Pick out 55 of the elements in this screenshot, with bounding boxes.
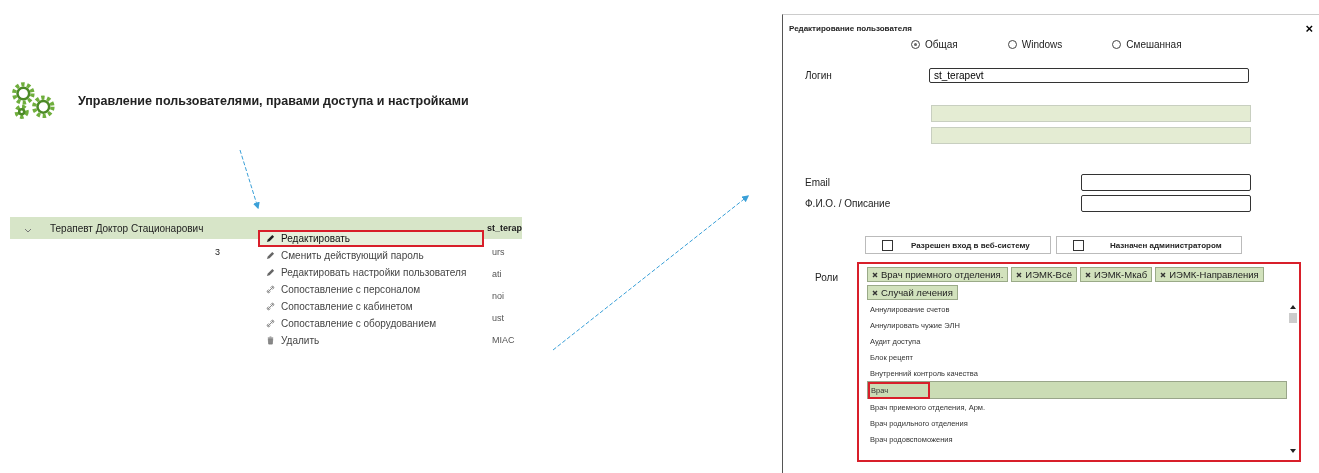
trash-icon: [266, 336, 275, 345]
menu-item[interactable]: Удалить: [258, 332, 484, 349]
user-name: Терапевт Доктор Стационарович: [50, 222, 204, 234]
field-label: Логин: [805, 70, 833, 81]
table-cell: MIAC: [492, 335, 515, 345]
checkbox-label: Разрешен вход в веб-систему: [911, 240, 1030, 250]
role-tag[interactable]: ИЭМК-Направления: [1155, 267, 1264, 282]
menu-item[interactable]: Сменить действующий пароль: [258, 247, 484, 264]
menu-item[interactable]: Сопоставление с персоналом: [258, 281, 484, 298]
remove-icon[interactable]: [1084, 271, 1091, 278]
dialog-title: Редактирование пользователя: [789, 24, 912, 33]
table-cell-text: ati: [492, 269, 503, 279]
scrollbar-thumb[interactable]: [1289, 313, 1297, 323]
remove-icon[interactable]: [1016, 271, 1023, 278]
checkbox-button[interactable]: Назначен администратором: [1056, 236, 1242, 254]
menu-item[interactable]: Сопоставление с оборудованием: [258, 315, 484, 332]
checkbox[interactable]: [1073, 239, 1084, 251]
scroll-up-icon[interactable]: [1290, 305, 1296, 309]
table-cell-text: urs: [492, 247, 506, 257]
remove-icon[interactable]: [872, 271, 878, 278]
roles-select[interactable]: [857, 262, 1301, 462]
table-cell: st_terap: [487, 223, 522, 233]
remove-icon[interactable]: [872, 289, 878, 296]
field-label: Роли: [814, 271, 839, 285]
radio-option[interactable]: Смешанная: [1112, 39, 1182, 50]
table-cell-text: noi: [492, 291, 505, 301]
menu-item[interactable]: Сопоставление с кабинетом: [258, 298, 484, 315]
scroll-down-icon[interactable]: [1290, 449, 1296, 453]
input-field[interactable]: [931, 105, 1251, 122]
checkbox-button[interactable]: Разрешен вход в веб-систему: [865, 236, 1051, 254]
name-field[interactable]: [1081, 195, 1251, 212]
email-field[interactable]: [1081, 174, 1251, 191]
menu-item[interactable]: Редактировать: [258, 230, 484, 247]
menu-item[interactable]: Редактировать настройки пользователя: [258, 264, 484, 281]
remove-icon[interactable]: [1160, 271, 1167, 278]
table-cell: 3: [215, 247, 220, 257]
arrow: [239, 149, 260, 210]
checkbox-label: Назначен администратором: [1110, 240, 1222, 250]
radio-option[interactable]: Windows: [1007, 39, 1063, 50]
page-title: Управление пользователями, правами доступа и настройками: [78, 94, 469, 108]
close-button[interactable]: ×: [1303, 21, 1315, 36]
radio-option[interactable]: Общая: [911, 39, 958, 50]
role-tag[interactable]: Случай лечения: [867, 285, 958, 300]
field-label: Email: [805, 177, 831, 188]
login-field[interactable]: st_terapevt: [929, 68, 1249, 83]
field-label: Ф.И.О. / Описание: [805, 198, 892, 209]
link-icon: [266, 319, 275, 328]
table-cell-text: ust: [492, 313, 505, 323]
link-icon: [266, 285, 275, 294]
checkbox[interactable]: [882, 239, 893, 251]
input-field[interactable]: [931, 127, 1251, 144]
link-icon: [266, 302, 275, 311]
role-tag[interactable]: Врач приемного отделения.: [867, 267, 1009, 282]
role-tag[interactable]: ИЭМК-Всё: [1011, 267, 1077, 282]
role-tag[interactable]: ИЭМК-Мкаб: [1079, 267, 1153, 282]
